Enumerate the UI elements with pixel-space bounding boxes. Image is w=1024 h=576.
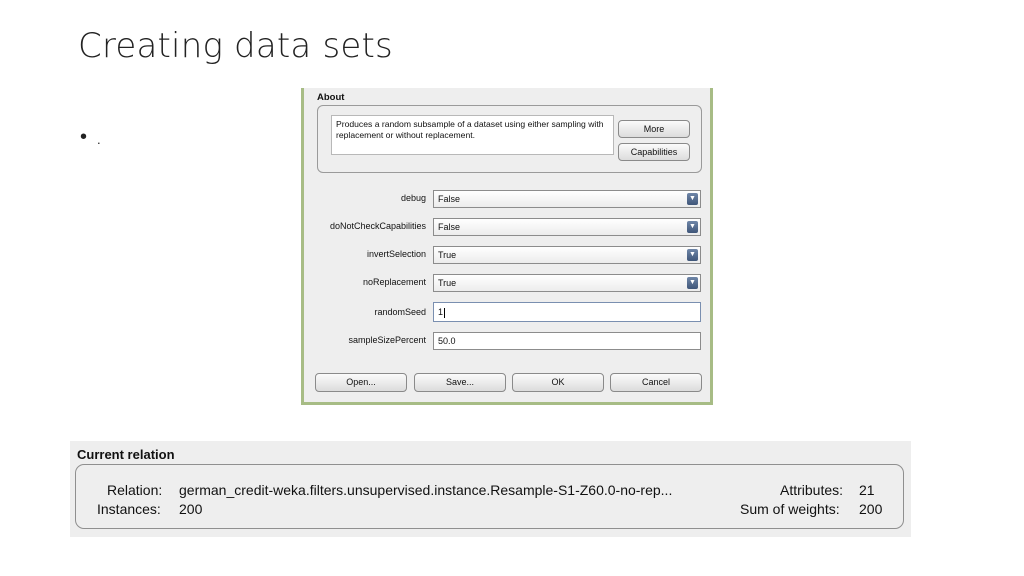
about-text: Produces a random subsample of a dataset…: [331, 115, 614, 155]
more-button[interactable]: More: [618, 120, 690, 138]
param-row-debug: debug False ▼: [304, 190, 716, 208]
random-seed-input[interactable]: 1: [433, 302, 701, 322]
no-replacement-select[interactable]: True ▼: [433, 274, 701, 292]
sum-of-weights-label: Sum of weights:: [740, 501, 840, 517]
sample-size-percent-input[interactable]: 50.0: [433, 332, 701, 350]
about-box: Produces a random subsample of a dataset…: [317, 105, 702, 173]
param-label: doNotCheckCapabilities: [329, 221, 426, 231]
about-section: About Produces a random subsample of a d…: [317, 92, 703, 177]
attributes-label: Attributes:: [780, 482, 844, 498]
text-caret: [444, 307, 446, 318]
chevron-down-icon[interactable]: ▼: [687, 249, 698, 261]
param-label: debug: [400, 193, 426, 203]
invert-selection-select[interactable]: True ▼: [433, 246, 701, 264]
relation-label: Relation:: [107, 482, 163, 498]
param-row-invert-selection: invertSelection True ▼: [304, 246, 716, 264]
chevron-down-icon[interactable]: ▼: [687, 277, 698, 289]
param-row-no-replacement: noReplacement True ▼: [304, 274, 716, 292]
open-button[interactable]: Open...: [315, 373, 407, 392]
generic-object-editor-dialog: About Produces a random subsample of a d…: [301, 88, 713, 405]
chevron-down-icon[interactable]: ▼: [687, 221, 698, 233]
current-relation-panel: Current relation Relation: german_credit…: [70, 441, 911, 537]
save-button[interactable]: Save...: [414, 373, 506, 392]
bullet-item: • .: [80, 125, 101, 148]
param-row-random-seed: randomSeed 1: [304, 302, 716, 322]
do-not-check-capabilities-select[interactable]: False ▼: [433, 218, 701, 236]
current-relation-title: Current relation: [77, 447, 175, 462]
bullet-dot-icon: •: [80, 125, 88, 148]
relation-value: german_credit-weka.filters.unsupervised.…: [179, 482, 673, 498]
select-value: True: [438, 250, 457, 260]
sum-of-weights-value: 200: [859, 501, 883, 517]
current-relation-box: Relation: german_credit-weka.filters.uns…: [75, 464, 904, 529]
cancel-button[interactable]: Cancel: [610, 373, 702, 392]
param-label: noReplacement: [362, 277, 426, 287]
instances-value: 200: [179, 501, 203, 517]
debug-select[interactable]: False ▼: [433, 190, 701, 208]
bullet-text: .: [97, 132, 101, 147]
instances-label: Instances:: [97, 501, 161, 517]
about-title: About: [317, 92, 345, 103]
param-label: sampleSizePercent: [348, 335, 426, 345]
input-value: 50.0: [438, 336, 456, 346]
select-value: False: [438, 222, 461, 232]
ok-button[interactable]: OK: [512, 373, 604, 392]
capabilities-button[interactable]: Capabilities: [618, 143, 690, 161]
select-value: False: [438, 194, 461, 204]
param-label: randomSeed: [374, 307, 426, 317]
select-value: True: [438, 278, 457, 288]
param-label: invertSelection: [366, 249, 426, 259]
slide-title: Creating data sets: [78, 26, 393, 66]
param-row-do-not-check-capabilities: doNotCheckCapabilities False ▼: [304, 218, 716, 236]
chevron-down-icon[interactable]: ▼: [687, 193, 698, 205]
input-value: 1: [438, 307, 444, 317]
attributes-value: 21: [859, 482, 875, 498]
param-row-sample-size-percent: sampleSizePercent 50.0: [304, 332, 716, 350]
